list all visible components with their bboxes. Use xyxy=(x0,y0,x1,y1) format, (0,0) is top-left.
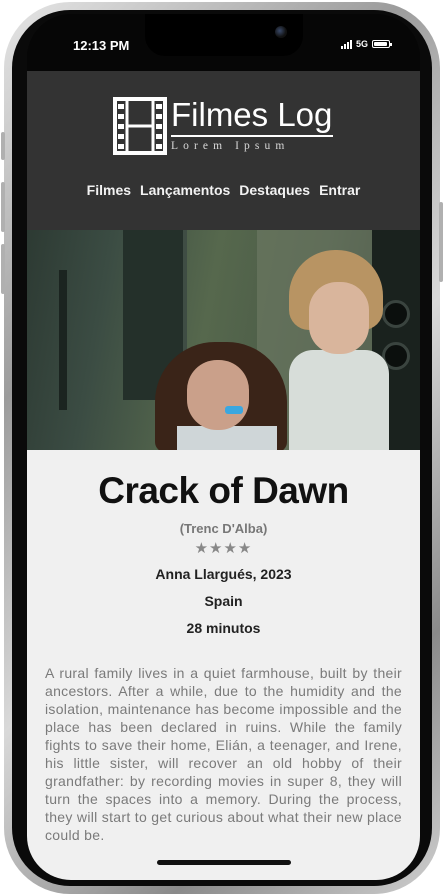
boy-shirt xyxy=(289,350,389,450)
network-type: 5G xyxy=(355,39,368,49)
dynamic-island xyxy=(145,14,303,56)
synopsis: A rural family lives in a quiet farmhous… xyxy=(45,665,402,843)
rating-stars: ★★★★ xyxy=(194,540,253,557)
site-header: Filmes Log Lorem Ipsum Filmes Lançamento… xyxy=(27,71,420,230)
battery-icon xyxy=(372,40,392,48)
site-logo[interactable]: Filmes Log Lorem Ipsum xyxy=(113,97,337,157)
movie-title: Crack of Dawn xyxy=(98,470,349,511)
machine-knob xyxy=(382,300,410,328)
movie-details: Crack of Dawn (Trenc D'Alba) ★★★★ Anna L… xyxy=(27,450,420,880)
original-title: (Trenc D'Alba) xyxy=(179,521,268,536)
mute-switch xyxy=(1,132,5,160)
toothbrush xyxy=(225,406,243,414)
country: Spain xyxy=(204,593,243,609)
girl-shirt xyxy=(177,426,277,450)
screen: 12:13 PM 5G Filmes Log Lorem Ipsum Filme… xyxy=(27,14,420,880)
girl-face xyxy=(187,360,249,430)
movie-still-image xyxy=(27,230,420,450)
volume-up-button xyxy=(1,182,5,232)
duration: 28 minutos xyxy=(186,620,261,636)
front-camera-icon xyxy=(275,26,287,38)
signal-icon xyxy=(340,39,352,49)
status-indicators: 5G xyxy=(340,39,392,49)
director-year: Anna Llargués, 2023 xyxy=(155,566,292,582)
status-bar: 12:13 PM 5G xyxy=(27,14,420,71)
status-time: 12:13 PM xyxy=(73,38,130,53)
power-button xyxy=(439,202,443,282)
logo-title: Filmes Log xyxy=(171,96,333,133)
film-strip-icon xyxy=(113,97,167,155)
nav-lancamentos[interactable]: Lançamentos xyxy=(140,182,230,198)
nav-destaques[interactable]: Destaques xyxy=(239,182,310,198)
logo-subtitle: Lorem Ipsum xyxy=(171,140,290,152)
main-nav: Filmes Lançamentos Destaques Entrar xyxy=(27,182,420,198)
volume-down-button xyxy=(1,244,5,294)
pipe xyxy=(59,270,67,410)
nav-entrar[interactable]: Entrar xyxy=(319,182,360,198)
boy-face xyxy=(309,282,369,354)
home-indicator[interactable] xyxy=(157,860,291,865)
logo-divider xyxy=(171,135,333,137)
battery-level xyxy=(374,42,387,46)
nav-filmes[interactable]: Filmes xyxy=(87,182,131,198)
